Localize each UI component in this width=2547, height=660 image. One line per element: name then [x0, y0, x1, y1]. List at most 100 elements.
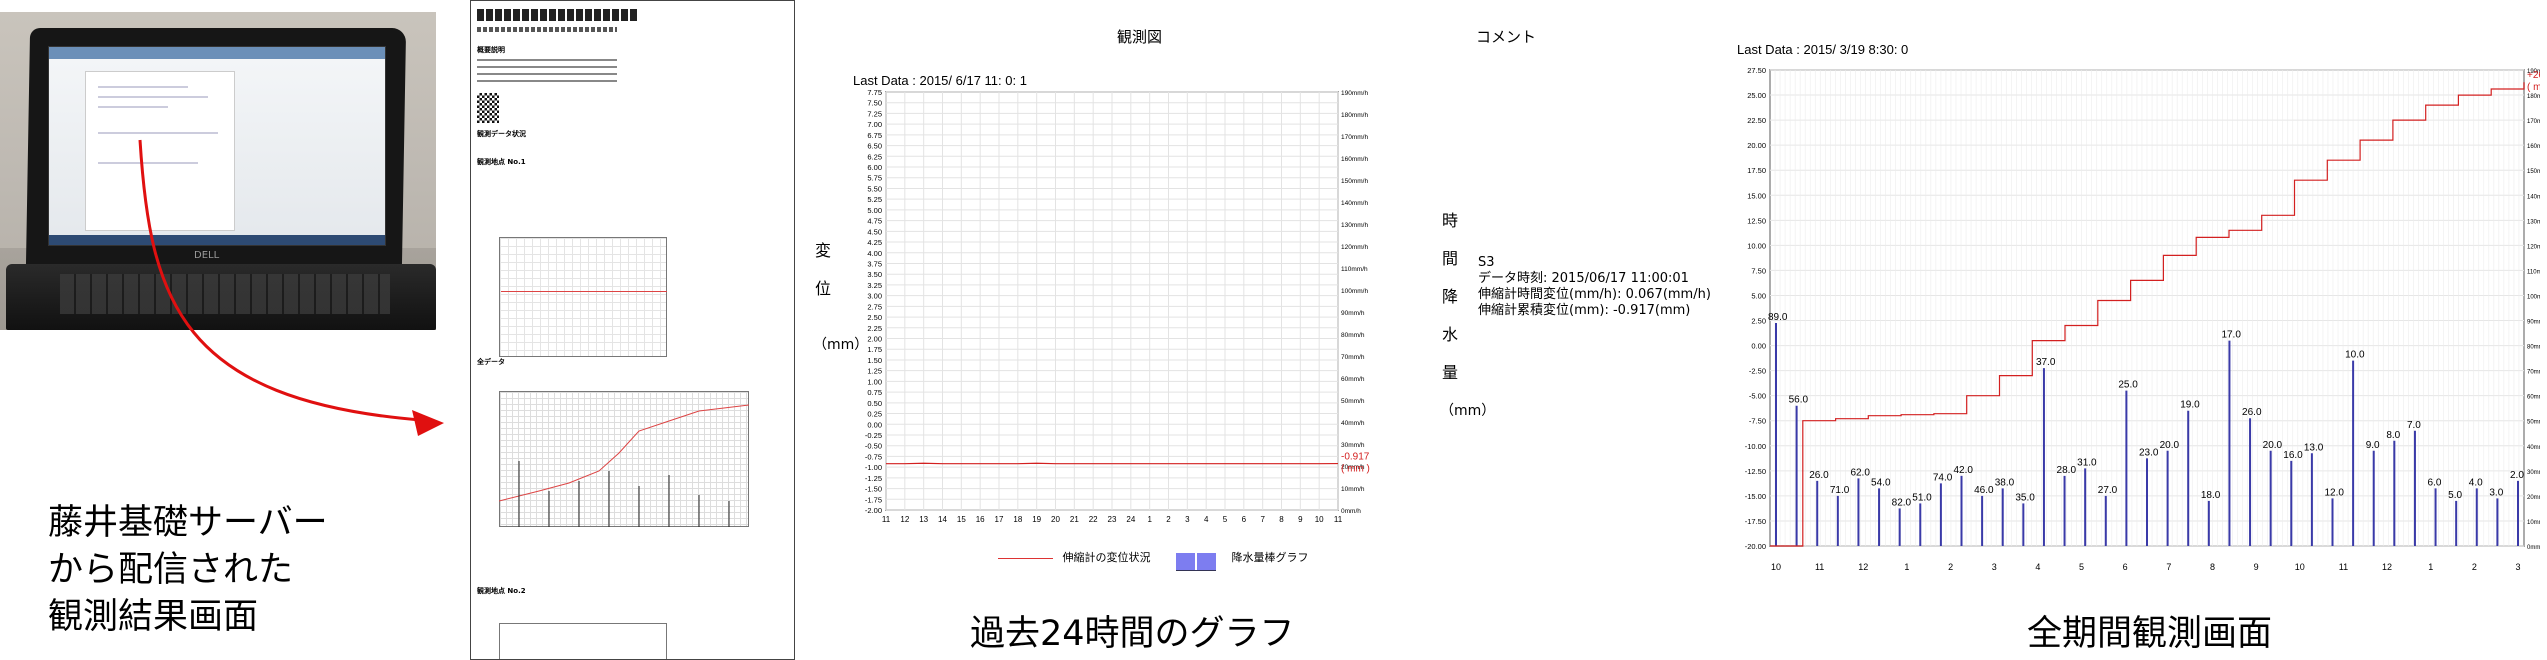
chart24-xtick: 24 [1126, 515, 1135, 524]
thumb-chart-3 [499, 623, 667, 659]
chartfull-ytick: -15.00 [1745, 492, 1766, 501]
thumb-chart-1-line [501, 291, 667, 292]
chartfull-bar-label: 89.0 [1768, 312, 1788, 323]
chart24-ytick: 0.00 [867, 420, 882, 429]
chartfull-bar-label: 31.0 [2077, 457, 2097, 468]
chartfull-bar-label: 54.0 [1871, 477, 1891, 488]
thumb-chart-2-plot [499, 404, 749, 527]
chart24-legend: 伸縮計の変位状況 降水量棒グラフ [998, 545, 1309, 571]
chartfull-ytick: 17.50 [1747, 166, 1766, 175]
chartfull-y2tick: 100mm/day [2527, 294, 2540, 300]
chart24-rlabel-4: 水 [1441, 325, 1458, 344]
chart24-xtick: 5 [1223, 515, 1228, 524]
chartfull-bar-label: 37.0 [2036, 357, 2056, 368]
chartfull-ytick: 2.50 [1751, 317, 1766, 326]
chart24-runit: （mm） [1440, 403, 1496, 419]
chart24-rlabel: 時 間 降 水 量 （mm） [1440, 202, 1496, 430]
chart24-current-value: -0.917 [1341, 452, 1370, 463]
chart24-xtick: 11 [882, 515, 891, 524]
doc-section-5: 観測地点 No.2 [477, 587, 526, 595]
doc-section-1: 概要説明 [477, 46, 505, 54]
chart24-ytick: 6.00 [867, 163, 882, 172]
chartfull-bar-label: 17.0 [2221, 330, 2241, 341]
chartfull-ytick: -20.00 [1745, 542, 1766, 551]
chartfull-current-unit: ( mm ) [2527, 82, 2540, 93]
chartfull-bar-label: 27.0 [2098, 485, 2118, 496]
chartfull-bar-label: 8.0 [2386, 430, 2400, 441]
chart24-ytick: 1.50 [867, 356, 882, 365]
chartfull-y2tick: 90mm/day [2527, 320, 2540, 326]
chartfull-y2tick: 150mm/day [2527, 169, 2540, 175]
chart24-ytick: 1.25 [867, 367, 882, 376]
chart24-y2tick: 180mm/h [1341, 112, 1368, 119]
taskbar [49, 235, 385, 245]
chartfull-y2tick: 0mm/day [2527, 545, 2540, 551]
chart24-y2tick: 90mm/h [1341, 310, 1365, 317]
chart24-rlabel-1: 時 [1441, 211, 1458, 230]
chart24-xtick: 13 [919, 515, 928, 524]
window-titlebar [49, 47, 385, 59]
doc-section-2: 観測データ状況 [477, 130, 526, 138]
chartfull-ytick: 20.00 [1747, 141, 1766, 150]
chart24-ytick: 0.75 [867, 388, 882, 397]
chart24-ylabel-1: 変 [814, 241, 831, 260]
chart24-svg: -2.00 -1.75-1.50 -1.25 -1.00 -0.75-0.50 -0.25… [865, 88, 1370, 524]
doc-title-block [477, 9, 637, 21]
chartfull-bar-label: 51.0 [1912, 492, 1932, 503]
chart24-xtick: 23 [1108, 515, 1117, 524]
chartfull-month-label: 1 [2428, 562, 2433, 572]
chartfull-bar-label: 20.0 [2263, 440, 2283, 451]
chart24-rlabel-5: 量 [1441, 363, 1458, 382]
chart24-rlabel-2: 間 [1441, 249, 1458, 268]
chart24-ytick: 7.75 [867, 88, 882, 97]
chartfull-bar-label: 23.0 [2139, 447, 2159, 458]
chartfull-ytick: -2.50 [1749, 367, 1766, 376]
chartfull-bar-label: 74.0 [1933, 472, 1953, 483]
chart24-y2tick: 0mm/h [1341, 508, 1361, 515]
thumb-chart-1 [499, 237, 667, 357]
chartfull-month-label: 7 [2166, 562, 2171, 572]
screen-document [85, 71, 235, 231]
legend-line-label: 伸縮計の変位状況 [1062, 551, 1151, 564]
chartfull-y2tick: 120mm/day [2527, 244, 2540, 250]
chartfull-y2tick: 30mm/day [2527, 470, 2540, 476]
chart24-xtick: 6 [1242, 515, 1247, 524]
chart24-y2tick: 80mm/h [1341, 332, 1365, 339]
caption-past24: 過去24時間のグラフ [970, 614, 1295, 654]
chart24-xtick: 14 [938, 515, 947, 524]
chart24-ytick: 2.50 [867, 313, 882, 322]
chartfull-ytick: 25.00 [1747, 91, 1766, 100]
chartfull-month-label: 3 [1992, 562, 1997, 572]
chartfull-y2tick: 50mm/day [2527, 420, 2540, 426]
chart24-ytick: 4.50 [867, 227, 882, 236]
chartfull-bar-label: 46.0 [1974, 485, 1994, 496]
chartfull-y2tick: 170mm/day [2527, 119, 2540, 125]
chartfull-bar-label: 10.0 [2345, 350, 2365, 361]
chartfull-ytick: -10.00 [1745, 442, 1766, 451]
chart24-xtick: 10 [1315, 515, 1324, 524]
chartfull-bar-label: 26.0 [2242, 407, 2262, 418]
chart24-ytick: 7.00 [867, 120, 882, 129]
chart24-ytick: 4.75 [867, 217, 882, 226]
chartfull-y2tick: 20mm/day [2527, 495, 2540, 501]
chartfull-bar-label: 71.0 [1830, 485, 1850, 496]
chartfull-ytick: 27.50 [1747, 66, 1766, 75]
chartfull-month-label: 5 [2079, 562, 2084, 572]
doc-section-4: 全データ [477, 358, 505, 366]
chartfull-ytick: 0.00 [1751, 342, 1766, 351]
chartfull-month-label: 10 [2295, 562, 2305, 572]
chart24-ytick: 3.00 [867, 292, 882, 301]
chartfull-y2tick: 140mm/day [2527, 194, 2540, 200]
chartfull-y2tick: 70mm/day [2527, 370, 2540, 376]
chartfull-bar-label: 4.0 [2469, 477, 2483, 488]
chartfull-bar-label: 20.0 [2160, 440, 2180, 451]
qr-code [477, 93, 499, 123]
chart24-ytick: -0.75 [865, 452, 882, 461]
chartfull-y2tick: 130mm/day [2527, 219, 2540, 225]
chartfull-bar-label: 5.0 [2448, 490, 2462, 501]
caption-fullperiod: 全期間観測画面 [2027, 614, 2273, 654]
chart24-ytick: 6.25 [867, 152, 882, 161]
chartfull-bar-label: 35.0 [2015, 492, 2035, 503]
chartfull-current-value: +26.282 [2527, 70, 2540, 81]
chart24-y2tick: 100mm/h [1341, 288, 1368, 295]
